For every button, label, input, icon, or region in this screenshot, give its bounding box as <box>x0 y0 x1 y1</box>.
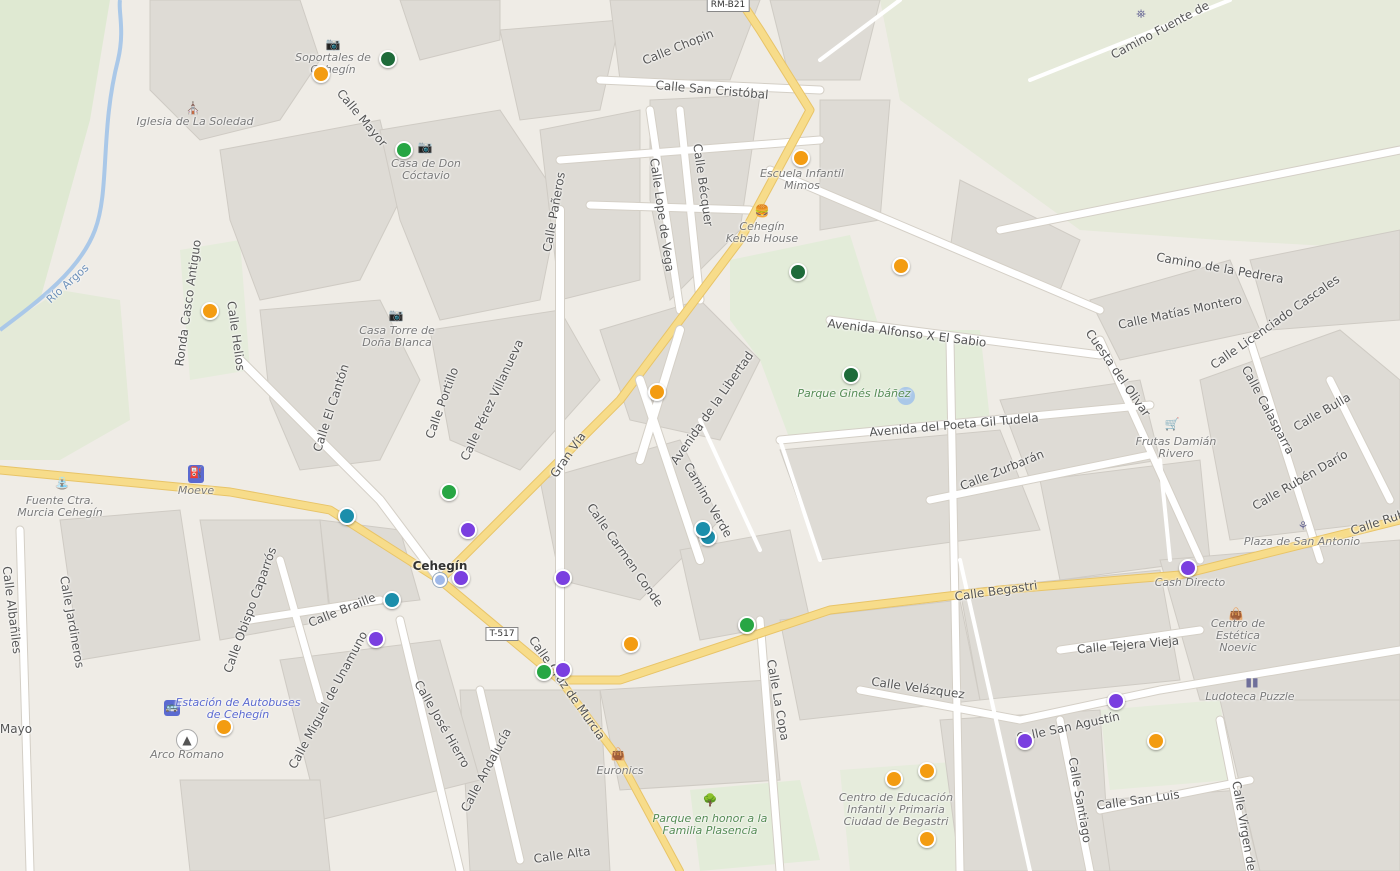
town-center-dot <box>433 573 447 587</box>
map-marker-purple[interactable] <box>459 521 477 539</box>
toy-icon[interactable]: ▮▮ <box>1244 674 1260 690</box>
map-canvas[interactable] <box>0 0 1400 871</box>
map-marker-teal[interactable] <box>694 520 712 538</box>
fast-food-icon[interactable]: 🍔 <box>754 203 770 219</box>
plaza-icon[interactable]: ⚘ <box>1295 518 1311 534</box>
map-marker-orange[interactable] <box>892 257 910 275</box>
map-marker-orange[interactable] <box>215 718 233 736</box>
map-marker-orange[interactable] <box>648 383 666 401</box>
map-marker-teal[interactable] <box>383 591 401 609</box>
map-marker-purple[interactable] <box>367 630 385 648</box>
map-marker-orange[interactable] <box>1147 732 1165 750</box>
map-marker-green[interactable] <box>395 141 413 159</box>
fountain-icon[interactable]: ⛲ <box>54 475 70 491</box>
map-marker-green[interactable] <box>535 663 553 681</box>
map-marker-purple[interactable] <box>1107 692 1125 710</box>
map-marker-dark-green[interactable] <box>379 50 397 68</box>
map-marker-orange[interactable] <box>201 302 219 320</box>
map-marker-green[interactable] <box>738 616 756 634</box>
map-marker-green[interactable] <box>440 483 458 501</box>
map-marker-purple[interactable] <box>452 569 470 587</box>
camera-icon[interactable]: 📷 <box>417 139 433 155</box>
landmark-icon[interactable]: ⛯ <box>1133 6 1149 22</box>
camera-icon[interactable]: 📷 <box>388 307 404 323</box>
monument-icon[interactable]: ▲ <box>176 729 198 751</box>
church-icon[interactable]: ⛪ <box>185 100 201 116</box>
map-marker-purple[interactable] <box>1179 559 1197 577</box>
pond <box>897 387 915 405</box>
map-marker-purple[interactable] <box>1016 732 1034 750</box>
green-south-east <box>1100 700 1230 790</box>
map-marker-dark-green[interactable] <box>789 263 807 281</box>
fuel-station-icon[interactable]: ⛽ <box>188 465 204 483</box>
camera-icon[interactable]: 📷 <box>325 36 341 52</box>
map-marker-teal[interactable] <box>338 507 356 525</box>
map-marker-dark-green[interactable] <box>842 366 860 384</box>
map-marker-orange[interactable] <box>792 149 810 167</box>
map-marker-orange[interactable] <box>622 635 640 653</box>
shop-cart-icon[interactable]: 🛒 <box>1164 416 1180 432</box>
map-marker-purple[interactable] <box>554 569 572 587</box>
map-viewport[interactable]: RM-B21 T-517 Cehegín Calle Chopin Calle … <box>0 0 1400 871</box>
map-marker-orange[interactable] <box>918 762 936 780</box>
bus-station-icon[interactable]: 🚌 <box>164 700 180 716</box>
map-marker-orange[interactable] <box>918 830 936 848</box>
map-marker-purple[interactable] <box>554 661 572 679</box>
tree-icon[interactable]: 🌳 <box>702 792 718 808</box>
beauty-shop-icon[interactable]: 👜 <box>1228 606 1244 622</box>
map-marker-orange[interactable] <box>885 770 903 788</box>
electronics-shop-icon[interactable]: 👜 <box>610 746 626 762</box>
map-marker-orange[interactable] <box>312 65 330 83</box>
